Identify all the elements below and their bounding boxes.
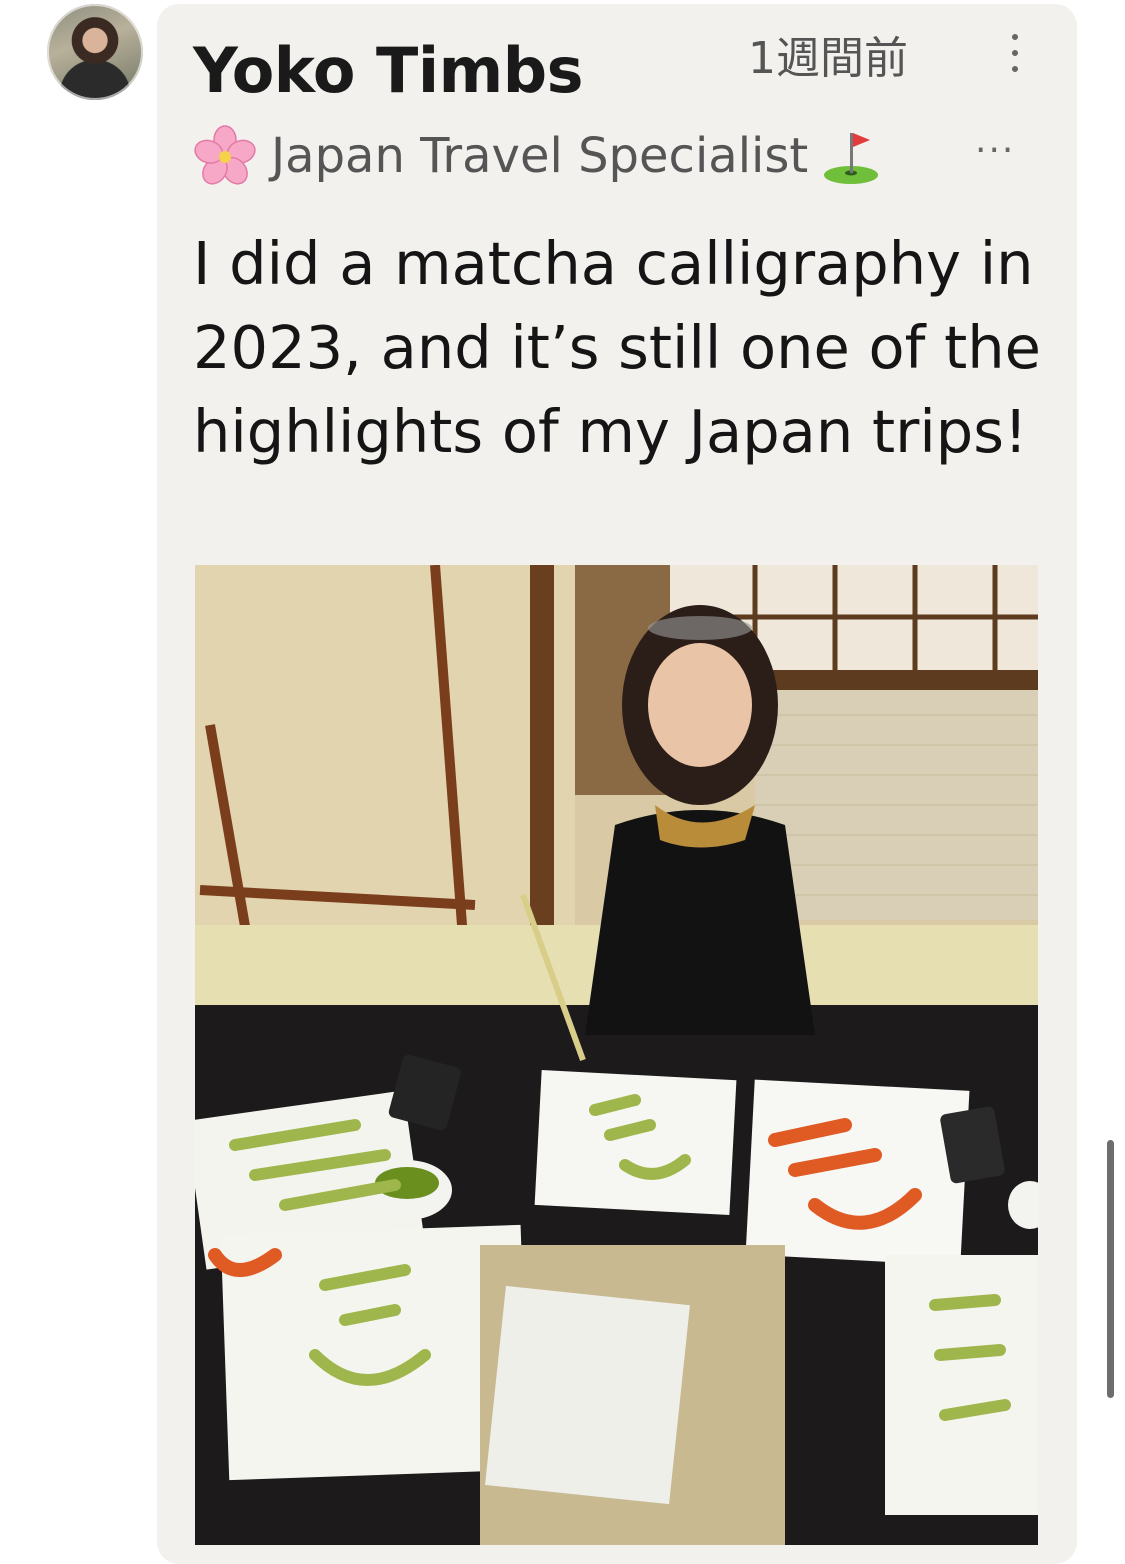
author-name[interactable]: Yoko Timbs [193,34,583,107]
calligraphy-photo [195,565,1038,1545]
cherry-blossom-icon [194,125,256,185]
more-subtitle[interactable]: ··· [975,130,1015,171]
subtitle-text: Japan Travel Specialist [271,128,809,184]
post-timestamp: 1週間前 [748,33,908,84]
scrollbar[interactable] [1107,1140,1114,1398]
golf-flag-icon [824,133,879,184]
post-body: I did a matcha calligraphy in 2023, and … [193,229,1041,466]
post-photo[interactable] [195,565,1038,1545]
author-subtitle: Japan Travel Specialist [193,124,880,188]
kebab-menu-icon[interactable] [1000,28,1030,78]
author-avatar[interactable] [47,4,143,100]
